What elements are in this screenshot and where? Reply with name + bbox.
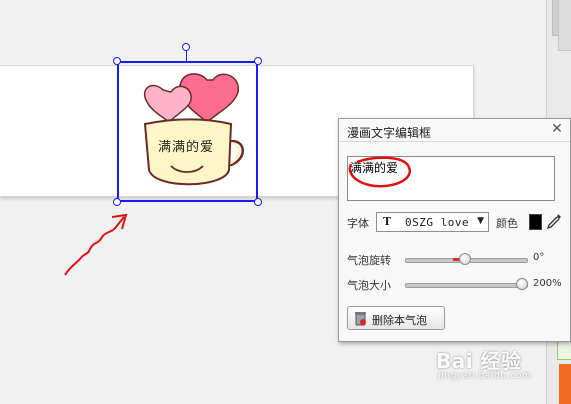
rotate-handle[interactable] [182,43,190,51]
side-orange-tab[interactable] [559,364,571,404]
resize-handle-top-right[interactable] [254,57,262,65]
rotation-stem [186,50,187,61]
refresh-icon[interactable] [557,340,571,360]
rotate-value: 0° [533,252,545,263]
color-label: 颜色 [496,217,518,230]
rotate-slider-thumb[interactable] [459,253,471,265]
rotate-label: 气泡旋转 [347,254,391,267]
font-select[interactable]: T 0SZG love ▼ [376,212,489,232]
side-panel-tab[interactable] [558,0,571,51]
resize-handle-top-left[interactable] [113,57,121,65]
font-label: 字体 [347,217,369,230]
selection-frame [117,61,258,202]
size-slider-track[interactable] [405,283,528,288]
comic-text-editor-dialog: 漫画文字编辑框 ✕ 满满的爱 字体 T 0SZG love ▼ 颜色 气泡旋转 … [338,118,571,342]
baidu-watermark: Bai 经验 jingyan.baidu.com [436,345,541,385]
size-value: 200% [533,278,562,289]
resize-handle-bottom-right[interactable] [254,198,262,206]
truetype-icon: T [383,215,392,228]
delete-bubble-label: 删除本气泡 [372,314,427,327]
size-slider-thumb[interactable] [516,278,528,290]
close-icon[interactable]: ✕ [549,121,565,137]
size-label: 气泡大小 [347,279,391,292]
chevron-down-icon: ▼ [477,216,484,226]
title-divider [339,141,570,142]
bubble-text-value: 满满的爱 [350,161,399,175]
watermark-main: Bai 经验 [436,349,522,373]
eyedropper-icon[interactable] [546,212,562,230]
trash-icon [355,312,366,326]
delete-bubble-button[interactable]: 删除本气泡 [347,306,445,330]
dialog-title: 漫画文字编辑框 [347,126,432,140]
annotation-arrow [64,213,128,276]
watermark-sub: jingyan.baidu.com [438,371,532,381]
font-select-value: 0SZG love [405,216,470,229]
bubble-text-input[interactable]: 满满的爱 [347,156,555,201]
color-swatch[interactable] [529,214,542,230]
